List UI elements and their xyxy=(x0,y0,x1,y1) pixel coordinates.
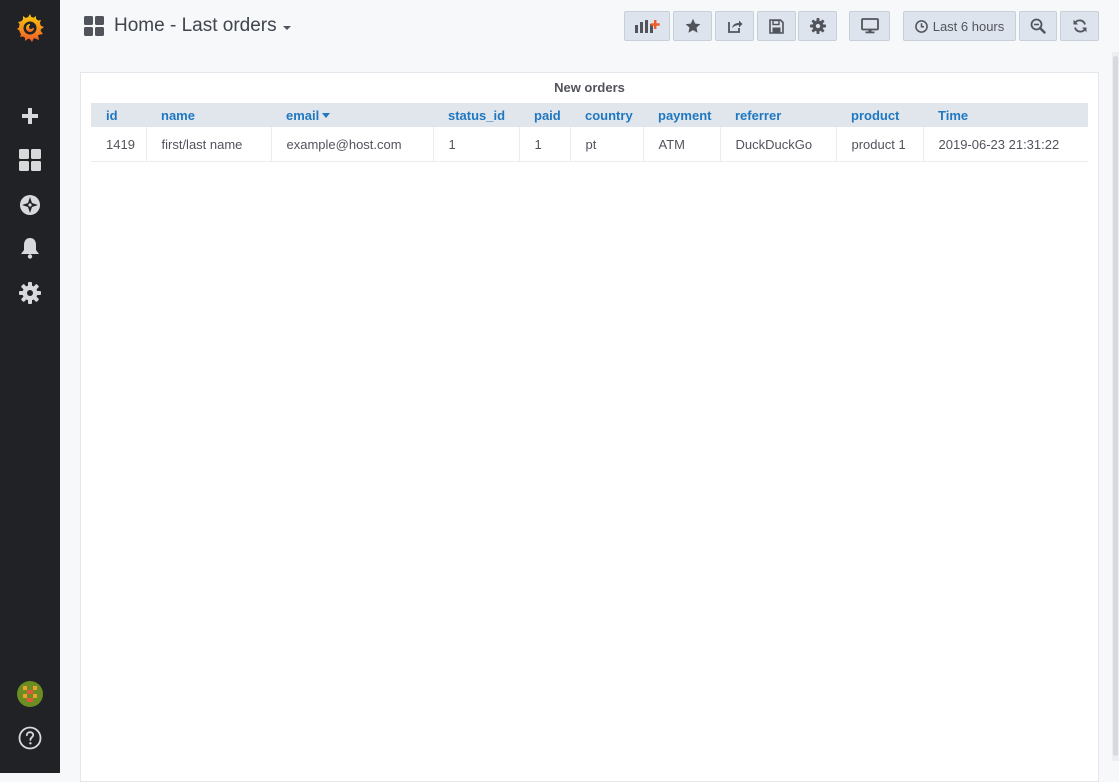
column-header-status-id[interactable]: status_id xyxy=(433,103,519,127)
add-panel-button[interactable] xyxy=(624,11,670,41)
column-header-payment[interactable]: payment xyxy=(643,103,720,127)
table-cell: 2019-06-23 21:31:22 xyxy=(923,127,1088,162)
refresh-icon xyxy=(1073,19,1086,33)
panel-title[interactable]: New orders xyxy=(81,80,1098,95)
star-dashboard-button[interactable] xyxy=(673,11,712,41)
column-header-time[interactable]: Time xyxy=(923,103,1088,127)
time-range-label: Last 6 hours xyxy=(932,18,1005,34)
column-header-email[interactable]: email xyxy=(271,103,433,127)
save-dashboard-button[interactable] xyxy=(757,11,796,41)
star-icon xyxy=(685,18,700,33)
add-panel-icon xyxy=(635,20,660,33)
avatar[interactable] xyxy=(0,674,60,714)
dashboard-picker[interactable]: Home - Last orders xyxy=(84,12,291,40)
table-cell: example@host.com xyxy=(271,127,434,162)
clock-icon xyxy=(914,19,928,33)
compass-icon[interactable] xyxy=(0,185,60,225)
apps-grid-icon[interactable] xyxy=(0,140,60,180)
column-header-referrer[interactable]: referrer xyxy=(720,103,836,127)
monitor-icon xyxy=(860,18,879,34)
save-icon xyxy=(769,18,784,34)
column-header-label: email xyxy=(286,107,320,123)
table-cell: 1419 xyxy=(91,127,147,162)
table-cell: 1 xyxy=(433,127,520,162)
table-cell: product 1 xyxy=(836,127,924,162)
column-header-paid[interactable]: paid xyxy=(519,103,570,127)
side-menu xyxy=(0,0,60,773)
zoom-out-icon xyxy=(1030,18,1046,34)
refresh-button[interactable] xyxy=(1060,11,1099,41)
share-dashboard-button[interactable] xyxy=(715,11,754,41)
sort-desc-icon xyxy=(322,112,331,118)
column-header-country[interactable]: country xyxy=(570,103,643,127)
question-circle-icon[interactable] xyxy=(0,718,60,758)
zoom-out-button[interactable] xyxy=(1019,11,1057,41)
scrollbar-thumb[interactable] xyxy=(1113,56,1118,756)
bell-icon[interactable] xyxy=(0,228,60,268)
share-icon xyxy=(727,20,742,33)
table-row: 1419 first/last name example@host.com 1 … xyxy=(91,127,1088,162)
tv-mode-button[interactable] xyxy=(849,11,890,41)
grafana-logo-icon[interactable] xyxy=(0,6,60,50)
plus-icon[interactable] xyxy=(0,96,60,136)
table-panel: New orders id name email status_id paid … xyxy=(80,72,1099,782)
table-cell: 1 xyxy=(519,127,571,162)
table-cell: pt xyxy=(570,127,644,162)
table-cell: DuckDuckGo xyxy=(720,127,837,162)
table-header-row: id name email status_id paid country pay… xyxy=(91,103,1088,127)
column-header-name[interactable]: name xyxy=(146,103,271,127)
dashboard-title: Home - Last orders xyxy=(114,15,277,36)
table-cell: first/last name xyxy=(146,127,272,162)
table-cell: ATM xyxy=(643,127,721,162)
gear-icon[interactable] xyxy=(0,273,60,313)
chevron-down-icon xyxy=(282,26,291,30)
column-header-id[interactable]: id xyxy=(91,103,146,127)
apps-grid-icon xyxy=(84,16,104,36)
time-picker-button[interactable]: Last 6 hours xyxy=(903,11,1016,41)
column-header-product[interactable]: product xyxy=(836,103,923,127)
orders-table: id name email status_id paid country pay… xyxy=(91,103,1088,162)
gear-icon xyxy=(809,18,826,34)
dashboard-navbar: Home - Last orders Last 6 hours xyxy=(60,0,1119,52)
dashboard-settings-button[interactable] xyxy=(798,11,837,41)
